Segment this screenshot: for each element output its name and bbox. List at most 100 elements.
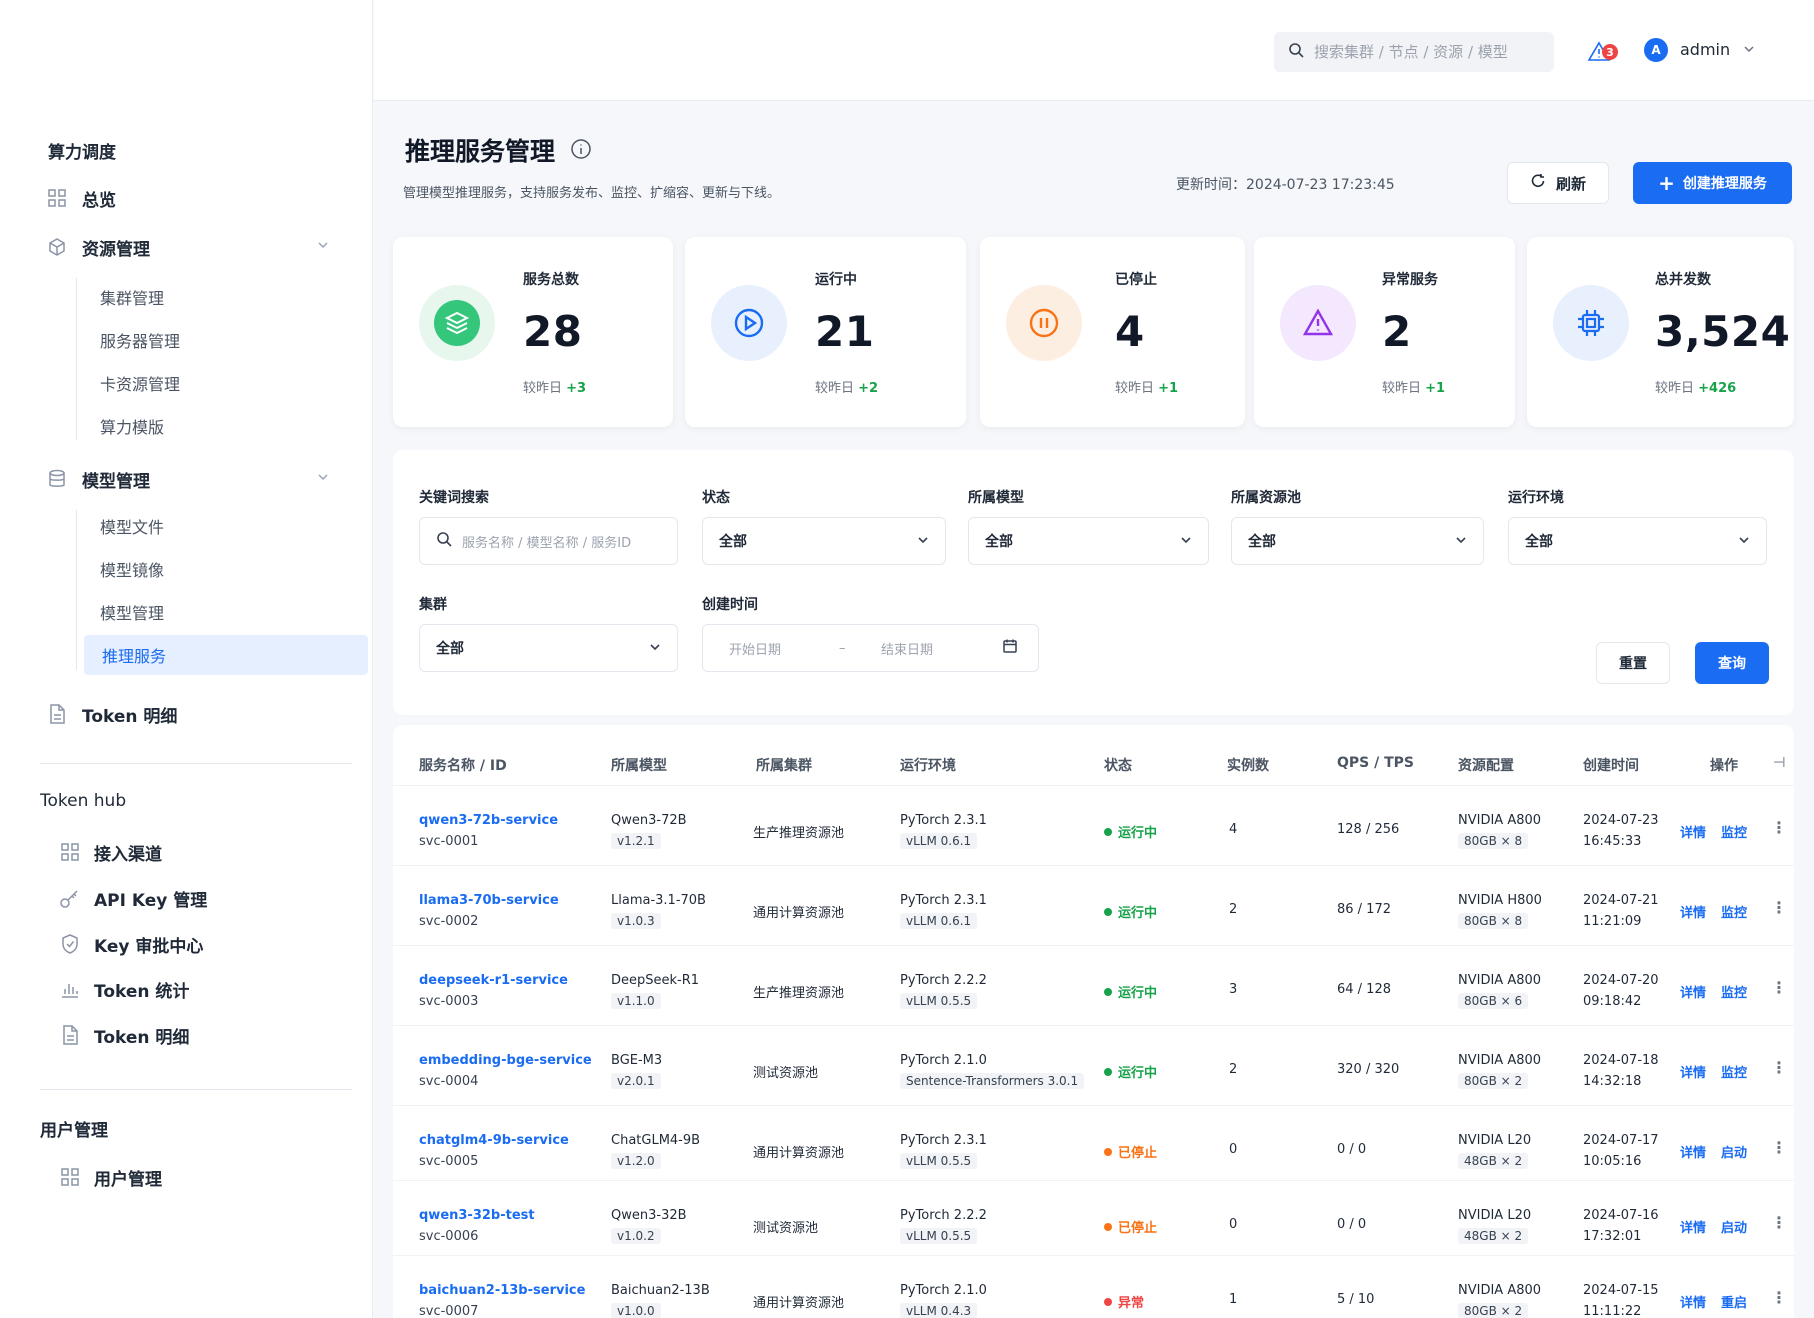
resource-cell: NVIDIA L20 48GB × 2 — [1458, 1133, 1531, 1169]
stat-label: 服务总数 — [523, 272, 579, 288]
chevron-down-icon[interactable] — [1742, 42, 1756, 60]
column-resize-handle[interactable]: ⊣ — [1773, 755, 1786, 771]
sidebar-item-label: Token 明细 — [94, 1027, 190, 1048]
more-actions-icon[interactable]: ⋮ — [1771, 978, 1787, 997]
more-actions-icon[interactable]: ⋮ — [1771, 818, 1787, 837]
detail-link[interactable]: 详情 — [1680, 1292, 1706, 1311]
more-actions-icon[interactable]: ⋮ — [1771, 1058, 1787, 1077]
sidebar-item-channels[interactable]: 接入渠道 — [58, 835, 162, 869]
search-icon — [1288, 42, 1304, 62]
cluster-select[interactable]: 全部 — [419, 624, 678, 672]
sidebar-item-token-detail-hub[interactable]: Token 明细 — [58, 1018, 189, 1052]
avatar[interactable]: A — [1644, 38, 1668, 62]
status-select[interactable]: 全部 — [702, 517, 946, 565]
model-version-tag: v2.0.1 — [611, 1073, 661, 1089]
qps-tps: 320 / 320 — [1337, 1062, 1400, 1077]
model-select[interactable]: 全部 — [968, 517, 1209, 565]
instance-count: 1 — [1229, 1292, 1238, 1307]
service-cell: qwen3-32b-test svc-0006 — [419, 1208, 535, 1244]
sidebar-sub-model-file[interactable]: 模型文件 — [100, 510, 164, 542]
stat-label: 总并发数 — [1655, 272, 1711, 288]
sidebar-item-resource-mgmt[interactable]: 资源管理 — [46, 229, 356, 265]
secondary-action-link[interactable]: 启动 — [1721, 1217, 1747, 1236]
table-row[interactable]: qwen3-72b-service svc-0001 Qwen3-72B v1.2.1… — [393, 785, 1794, 865]
sidebar-sub-model-manage[interactable]: 模型管理 — [100, 596, 164, 628]
calendar-icon[interactable] — [1002, 638, 1018, 658]
sidebar-sub-template[interactable]: 算力模版 — [100, 410, 164, 442]
table-row[interactable]: embedding-bge-service svc-0004 BGE-M3 v2.0.… — [393, 1025, 1794, 1105]
sidebar-sub-server[interactable]: 服务器管理 — [100, 324, 180, 356]
info-icon[interactable] — [570, 138, 592, 160]
more-actions-icon[interactable]: ⋮ — [1771, 1213, 1787, 1232]
env-runtime-tag: vLLM 0.6.1 — [900, 913, 978, 929]
stat-card-error: 异常服务 2 较昨日 +1 — [1254, 237, 1515, 427]
service-cell: embedding-bge-service svc-0004 — [419, 1053, 592, 1089]
service-name-link[interactable]: qwen3-32b-test — [419, 1208, 535, 1223]
username[interactable]: admin — [1680, 40, 1730, 59]
table-row[interactable]: llama3-70b-service svc-0002 Llama-3.1-70B v… — [393, 865, 1794, 945]
env-framework: PyTorch 2.2.2 — [900, 1208, 987, 1223]
table-row[interactable]: deepseek-r1-service svc-0003 DeepSeek-R1 v1… — [393, 945, 1794, 1025]
table-row[interactable]: chatglm4-9b-service svc-0005 ChatGLM4-9B v1… — [393, 1105, 1794, 1185]
sidebar-item-user-mgmt[interactable]: 用户管理 — [58, 1160, 162, 1194]
filter-label-keyword: 关键词搜索 — [419, 490, 489, 506]
secondary-action-link[interactable]: 监控 — [1721, 982, 1747, 1001]
stat-delta: 较昨日 +3 — [523, 381, 587, 396]
sidebar-item-key-approval[interactable]: Key 审批中心 — [58, 927, 203, 961]
more-actions-icon[interactable]: ⋮ — [1771, 1138, 1787, 1157]
detail-link[interactable]: 详情 — [1680, 822, 1706, 841]
model-name: Qwen3-72B — [611, 813, 687, 828]
gpu-memory-tag: 80GB × 8 — [1458, 833, 1529, 849]
detail-link[interactable]: 详情 — [1680, 1142, 1706, 1161]
reset-button[interactable]: 重置 — [1596, 642, 1670, 684]
notification-badge: 3 — [1602, 44, 1618, 60]
sidebar-item-token-stats[interactable]: Token 统计 — [58, 972, 189, 1006]
table-row[interactable]: qwen3-32b-test svc-0006 Qwen3-32B v1.0.2 测试资… — [393, 1180, 1794, 1260]
status-text: 异常 — [1118, 1296, 1145, 1311]
secondary-action-link[interactable]: 监控 — [1721, 822, 1747, 841]
chevron-down-icon — [649, 641, 661, 656]
service-name-link[interactable]: baichuan2-13b-service — [419, 1283, 585, 1298]
qps-tps: 128 / 256 — [1337, 822, 1400, 837]
model-version-tag: v1.0.3 — [611, 913, 661, 929]
sidebar-item-label: API Key 管理 — [94, 890, 208, 911]
env-select[interactable]: 全部 — [1508, 517, 1767, 565]
service-name-link[interactable]: embedding-bge-service — [419, 1053, 592, 1068]
secondary-action-link[interactable]: 启动 — [1721, 1142, 1747, 1161]
create-service-button[interactable]: + 创建推理服务 — [1633, 162, 1792, 204]
refresh-button[interactable]: 刷新 — [1507, 162, 1609, 204]
sidebar-item-api-key[interactable]: API Key 管理 — [58, 881, 207, 915]
secondary-action-link[interactable]: 重启 — [1721, 1292, 1747, 1311]
query-button[interactable]: 查询 — [1695, 642, 1769, 684]
sidebar-item-overview[interactable]: 总览 — [46, 180, 116, 216]
more-actions-icon[interactable]: ⋮ — [1771, 1288, 1787, 1307]
pool-select[interactable]: 全部 — [1231, 517, 1484, 565]
table-row[interactable]: baichuan2-13b-service svc-0007 Baichuan2-1… — [393, 1255, 1794, 1318]
service-name-link[interactable]: qwen3-72b-service — [419, 813, 558, 828]
search-input[interactable] — [1314, 43, 1534, 61]
secondary-action-link[interactable]: 监控 — [1721, 902, 1747, 921]
service-name-link[interactable]: chatglm4-9b-service — [419, 1133, 569, 1148]
service-name-link[interactable]: deepseek-r1-service — [419, 973, 568, 988]
service-name-link[interactable]: llama3-70b-service — [419, 893, 559, 908]
detail-link[interactable]: 详情 — [1680, 982, 1706, 1001]
sidebar-item-model-mgmt[interactable]: 模型管理 — [46, 461, 356, 497]
secondary-action-link[interactable]: 监控 — [1721, 1062, 1747, 1081]
sidebar-item-token-detail[interactable]: Token 明细 — [46, 696, 177, 732]
global-search[interactable] — [1274, 32, 1554, 72]
sidebar-sub-inference-service[interactable]: 推理服务 — [84, 635, 368, 675]
detail-link[interactable]: 详情 — [1680, 902, 1706, 921]
model-name: Llama-3.1-70B — [611, 893, 706, 908]
created-time: 16:45:33 — [1583, 834, 1642, 849]
detail-link[interactable]: 详情 — [1680, 1217, 1706, 1236]
sidebar-sub-card[interactable]: 卡资源管理 — [100, 367, 180, 399]
bar-chart-icon — [58, 977, 82, 1001]
sidebar-sub-model-image[interactable]: 模型镜像 — [100, 553, 164, 585]
more-actions-icon[interactable]: ⋮ — [1771, 898, 1787, 917]
sidebar-sub-cluster[interactable]: 集群管理 — [100, 281, 164, 313]
end-date-placeholder[interactable]: 结束日期 — [881, 639, 1002, 658]
detail-link[interactable]: 详情 — [1680, 1062, 1706, 1081]
date-range-picker[interactable]: 开始日期 – 结束日期 — [702, 624, 1039, 672]
start-date-placeholder[interactable]: 开始日期 — [729, 639, 839, 658]
keyword-search-field[interactable]: 服务名称 / 模型名称 / 服务ID — [419, 517, 678, 565]
